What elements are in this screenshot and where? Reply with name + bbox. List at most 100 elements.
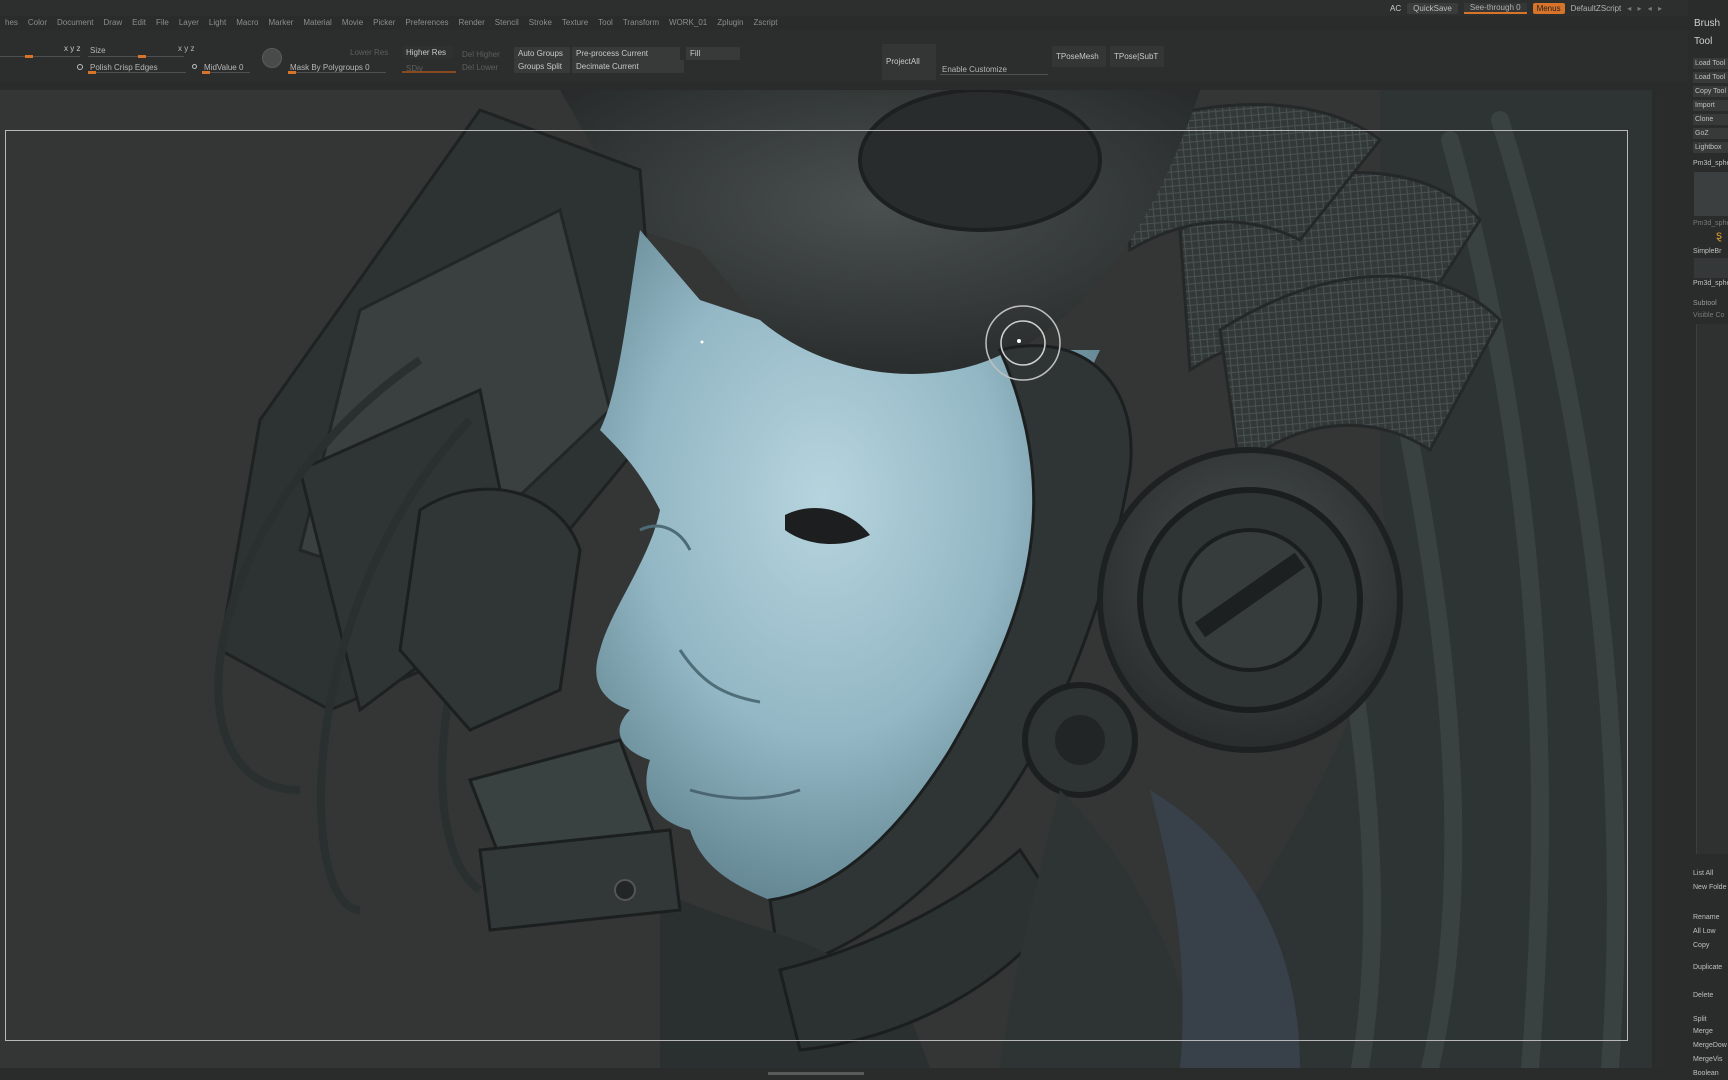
- midvalue-knob[interactable]: [202, 71, 210, 74]
- delete-button[interactable]: Delete: [1693, 990, 1713, 1001]
- document-frame: [5, 130, 1628, 1041]
- import-button[interactable]: Import: [1693, 100, 1728, 111]
- load-tool-button[interactable]: Load Tool: [1693, 58, 1728, 69]
- mergedown-button[interactable]: MergeDow: [1693, 1040, 1727, 1051]
- thumb-label-2: Pm3d_sphe: [1693, 280, 1728, 287]
- lightbox-button[interactable]: Lightbox: [1693, 142, 1728, 153]
- sdiv-slider[interactable]: SDiv: [402, 62, 427, 75]
- size-slider-knob[interactable]: [138, 55, 146, 58]
- sdiv-track: [402, 71, 456, 73]
- new-folder-button[interactable]: New Folde: [1693, 882, 1726, 893]
- all-low-button[interactable]: All Low: [1693, 926, 1716, 937]
- bottom-drag-handle[interactable]: [768, 1072, 864, 1075]
- menu-item[interactable]: Picker: [368, 18, 400, 30]
- size-slider-track: [88, 56, 184, 57]
- document-canvas[interactable]: [0, 90, 1652, 1068]
- simplebrush-icon[interactable]: ȿ: [1716, 229, 1722, 241]
- menu-item[interactable]: hes: [0, 18, 23, 30]
- split-button[interactable]: Split: [1693, 1014, 1707, 1025]
- menu-item[interactable]: Edit: [127, 18, 151, 30]
- tpose-subt-button[interactable]: TPose|SubT: [1110, 46, 1164, 67]
- fill-button[interactable]: Fill: [686, 47, 740, 60]
- main-menu: hes Color Document Draw Edit File Layer …: [0, 18, 782, 30]
- del-higher-button[interactable]: Del Higher: [458, 48, 504, 61]
- slider-knob[interactable]: [25, 55, 33, 58]
- menu-item[interactable]: Zplugin: [712, 18, 748, 30]
- see-through-slider[interactable]: See-through 0: [1463, 3, 1527, 14]
- tool-palette: Brush Tool Load Tool Load Tool Copy Tool…: [1688, 0, 1728, 1080]
- bottom-tray: [0, 1068, 1688, 1080]
- projectall-button[interactable]: ProjectAll: [882, 44, 936, 80]
- menu-item[interactable]: Zscript: [748, 18, 782, 30]
- duplicate-button[interactable]: Duplicate: [1693, 962, 1722, 973]
- enable-customize[interactable]: Enable Customize: [942, 65, 1007, 74]
- load-tool-button-2[interactable]: Load Tool: [1693, 72, 1728, 83]
- goz-button[interactable]: GoZ: [1693, 128, 1728, 139]
- tool-shelf: x y z Size x y z Polish Crisp Edges MidV…: [0, 30, 1690, 82]
- top-bar: AC QuickSave See-through 0 Menus Default…: [0, 0, 1728, 16]
- customize-track: [940, 74, 1048, 75]
- quicksave-button[interactable]: QuickSave: [1407, 3, 1458, 14]
- menu-item[interactable]: Draw: [99, 18, 128, 30]
- menus-toggle[interactable]: Menus: [1532, 3, 1565, 14]
- clone-button[interactable]: Clone: [1693, 114, 1728, 125]
- mask-by-polygroups[interactable]: Mask By Polygroups 0: [290, 63, 370, 72]
- thumb-label: Pm3d_sphe: [1693, 220, 1728, 227]
- menu-item[interactable]: File: [151, 18, 174, 30]
- rename-button[interactable]: Rename: [1693, 912, 1719, 923]
- slider-track: [0, 56, 80, 57]
- window-arrows-icon[interactable]: ◂ ▸ ◂ ▸: [1627, 4, 1664, 13]
- menu-item[interactable]: Texture: [557, 18, 593, 30]
- mask-knob[interactable]: [288, 71, 296, 74]
- menu-item[interactable]: Stroke: [524, 18, 557, 30]
- mergevis-button[interactable]: MergeVis: [1693, 1054, 1722, 1065]
- list-all-button[interactable]: List All: [1693, 868, 1713, 879]
- menu-item[interactable]: Stencil: [490, 18, 524, 30]
- menu-item[interactable]: Light: [204, 18, 231, 30]
- menu-item[interactable]: Render: [454, 18, 490, 30]
- midvalue-radio[interactable]: [192, 64, 197, 69]
- viewport-scrollbar[interactable]: [1656, 96, 1664, 1066]
- tool-menu[interactable]: Tool: [1694, 36, 1712, 47]
- polish-knob[interactable]: [88, 71, 96, 74]
- lower-res-button[interactable]: Lower Res: [346, 46, 392, 59]
- menu-item[interactable]: WORK_01: [664, 18, 712, 30]
- groups-split-button[interactable]: Groups Split: [514, 60, 570, 73]
- copy-tool-button[interactable]: Copy Tool: [1693, 86, 1728, 97]
- visible-count: Visible Co: [1693, 312, 1725, 319]
- menu-item[interactable]: Marker: [263, 18, 298, 30]
- xyz-toggle[interactable]: x y z: [178, 44, 194, 53]
- menu-item[interactable]: Color: [23, 18, 52, 30]
- subtool-header[interactable]: Subtool: [1693, 298, 1717, 309]
- preprocess-current-button[interactable]: Pre-process Current: [572, 47, 680, 60]
- higher-res-button[interactable]: Higher Res: [402, 46, 454, 59]
- polish-track: [88, 72, 186, 73]
- brush-icon[interactable]: [262, 48, 282, 68]
- default-zscript-button[interactable]: DefaultZScript: [1571, 4, 1622, 13]
- xyz-toggle[interactable]: x y z: [64, 44, 80, 53]
- menu-item[interactable]: Preferences: [400, 18, 453, 30]
- del-lower-button[interactable]: Del Lower: [458, 61, 502, 74]
- brush-menu[interactable]: Brush: [1694, 18, 1720, 29]
- polish-crisp-edges[interactable]: Polish Crisp Edges: [90, 63, 158, 72]
- polish-radio[interactable]: [77, 64, 83, 70]
- simplebrush-label: SimpleBr: [1693, 248, 1722, 255]
- tool-thumbnail[interactable]: [1694, 172, 1728, 216]
- ac-label[interactable]: AC: [1390, 4, 1401, 13]
- menu-item[interactable]: Movie: [337, 18, 368, 30]
- subtool-list[interactable]: [1696, 324, 1728, 854]
- menu-item[interactable]: Material: [298, 18, 336, 30]
- tool-thumbnail-small[interactable]: [1694, 258, 1728, 278]
- merge-button[interactable]: Merge: [1693, 1026, 1713, 1037]
- decimate-current-button[interactable]: Decimate Current: [572, 60, 684, 73]
- menu-item[interactable]: Document: [52, 18, 98, 30]
- auto-groups-button[interactable]: Auto Groups: [514, 47, 570, 60]
- menu-item[interactable]: Macro: [231, 18, 263, 30]
- boolean-button[interactable]: Boolean: [1693, 1068, 1719, 1079]
- menu-item[interactable]: Transform: [618, 18, 664, 30]
- tposemesh-button[interactable]: TPoseMesh: [1052, 46, 1106, 67]
- mask-track: [288, 72, 386, 73]
- menu-item[interactable]: Layer: [174, 18, 204, 30]
- copy-button[interactable]: Copy: [1693, 940, 1709, 951]
- menu-item[interactable]: Tool: [593, 18, 618, 30]
